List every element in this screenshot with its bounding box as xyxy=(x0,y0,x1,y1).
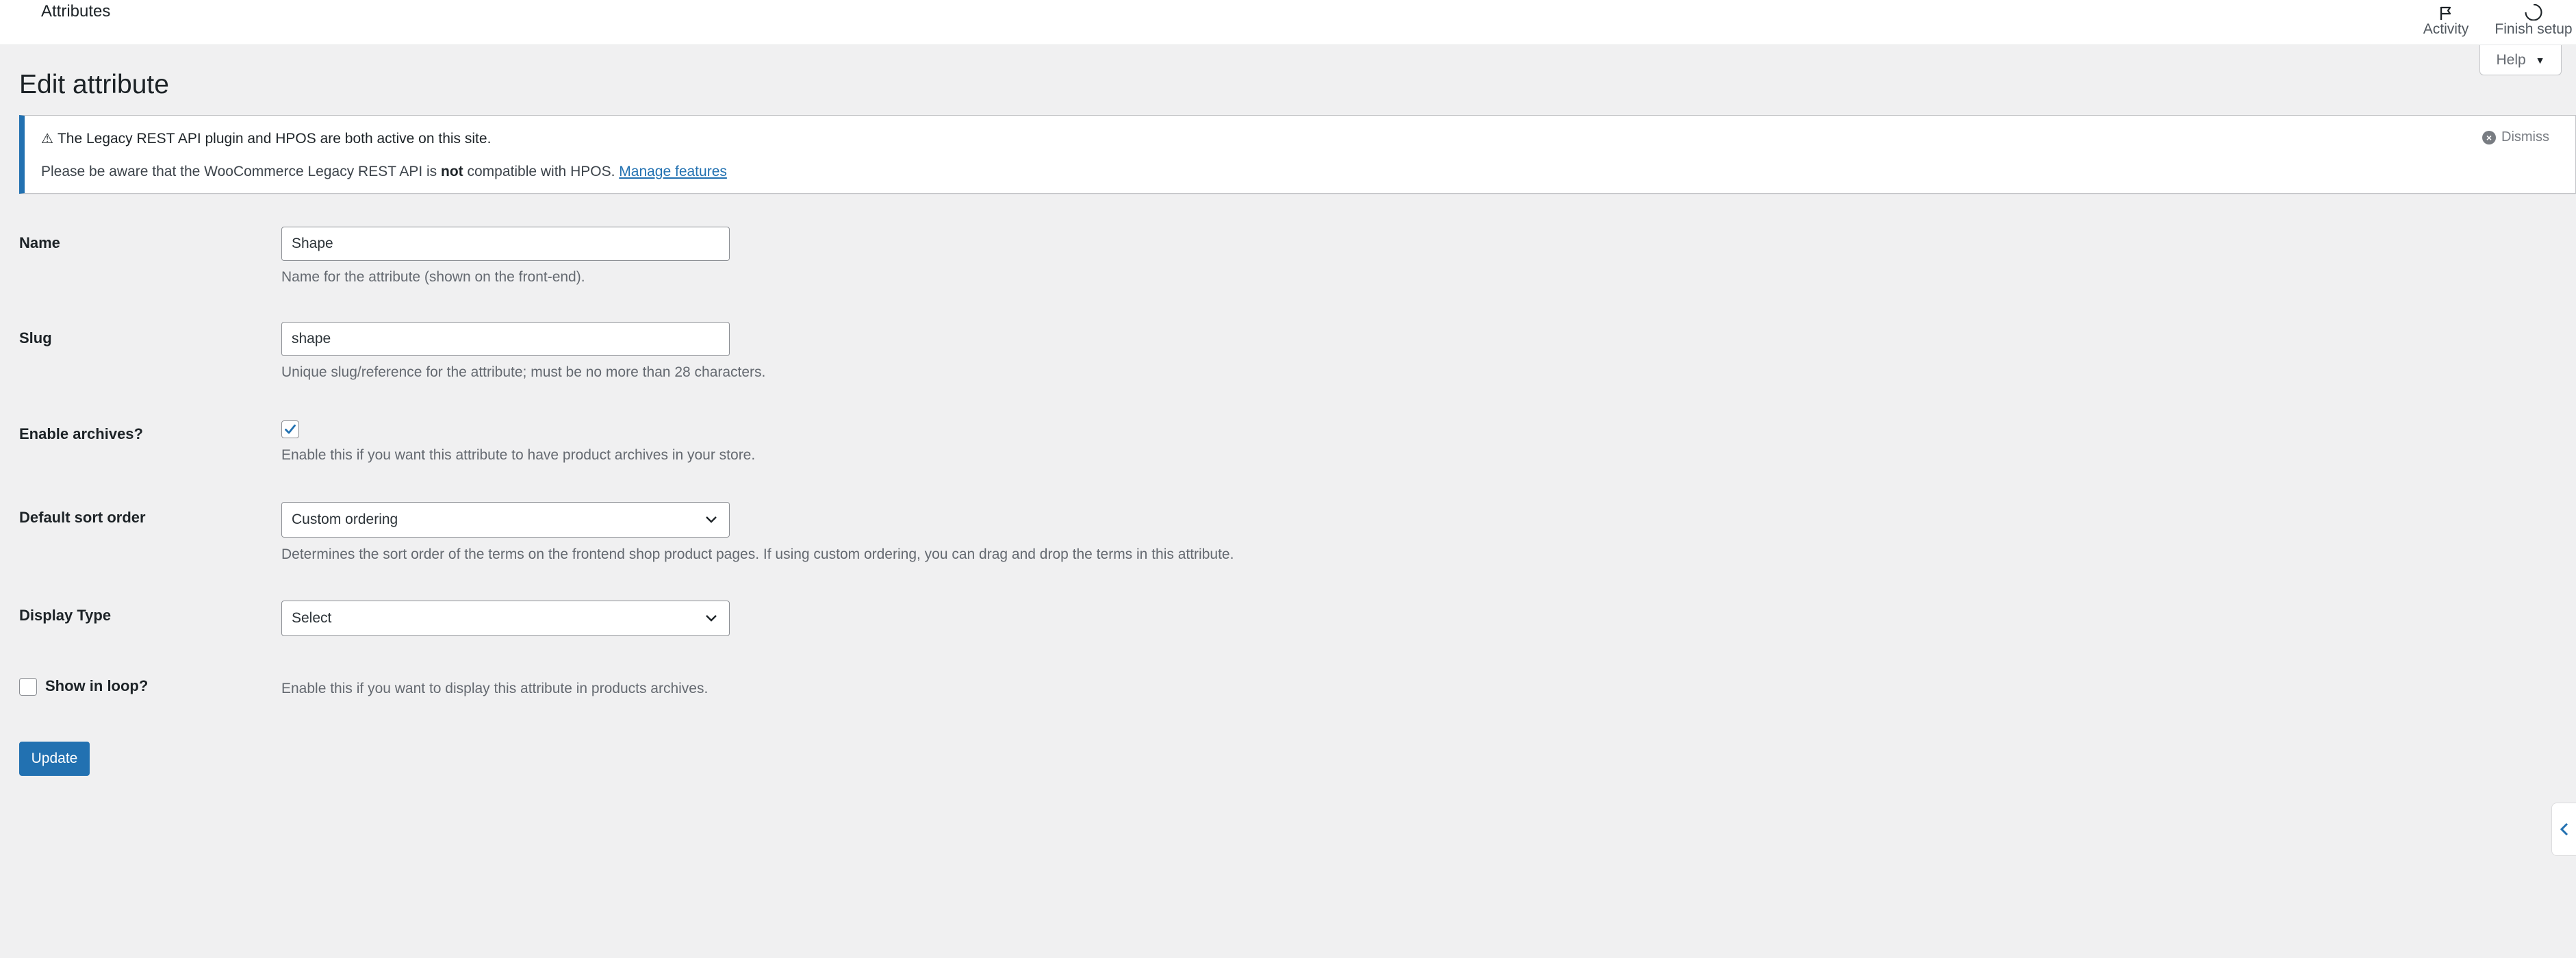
default-sort-order-value: Custom ordering xyxy=(292,512,398,527)
finish-setup-label: Finish setup xyxy=(2495,21,2573,37)
flag-icon xyxy=(2436,4,2456,21)
display-type-select[interactable]: Select xyxy=(281,601,730,636)
enable-archives-label: Enable archives? xyxy=(19,425,143,442)
notice-text-after: compatible with HPOS. xyxy=(463,164,620,179)
show-in-loop-checkbox[interactable] xyxy=(19,678,37,696)
dismiss-button[interactable]: × Dismiss xyxy=(2482,129,2549,145)
name-description: Name for the attribute (shown on the fro… xyxy=(281,269,585,285)
side-panel-toggle[interactable] xyxy=(2551,803,2576,856)
top-header-bar: Attributes Activity Finish setup xyxy=(0,0,2576,45)
default-sort-order-label: Default sort order xyxy=(19,509,146,526)
activity-label: Activity xyxy=(2423,21,2469,37)
notice-title: ⚠ The Legacy REST API plugin and HPOS are… xyxy=(41,129,491,149)
manage-features-link[interactable]: Manage features xyxy=(619,164,727,179)
default-sort-order-select[interactable]: Custom ordering xyxy=(281,502,730,538)
chevron-down-icon xyxy=(703,610,719,627)
header-title: Attributes xyxy=(41,2,111,21)
dismiss-label: Dismiss xyxy=(2501,129,2549,144)
chevron-down-icon xyxy=(703,512,719,528)
help-tab-button[interactable]: Help ▼ xyxy=(2479,45,2562,75)
page-title: Edit attribute xyxy=(19,70,169,99)
show-in-loop-label: Show in loop? xyxy=(45,677,149,694)
slug-label: Slug xyxy=(19,329,52,346)
progress-circle-icon xyxy=(2523,4,2544,21)
notice-text-before: Please be aware that the WooCommerce Leg… xyxy=(41,164,442,179)
warning-icon: ⚠ xyxy=(41,131,53,147)
activity-button[interactable]: Activity xyxy=(2418,0,2474,41)
hpos-notice: ⚠ The Legacy REST API plugin and HPOS are… xyxy=(19,115,2576,194)
display-type-label: Display Type xyxy=(19,607,112,624)
default-sort-order-description: Determines the sort order of the terms o… xyxy=(281,546,1234,562)
enable-archives-checkbox[interactable] xyxy=(281,420,299,438)
slug-description: Unique slug/reference for the attribute;… xyxy=(281,364,766,380)
slug-input[interactable] xyxy=(281,322,730,356)
checkmark-icon xyxy=(285,425,296,434)
finish-setup-button[interactable]: Finish setup xyxy=(2492,0,2575,41)
update-button[interactable]: Update xyxy=(19,742,90,776)
notice-message: Please be aware that the WooCommerce Leg… xyxy=(41,162,727,181)
show-in-loop-description: Enable this if you want to display this … xyxy=(281,681,709,696)
caret-down-icon: ▼ xyxy=(2535,54,2545,66)
chevron-left-icon xyxy=(2560,822,2568,836)
enable-archives-description: Enable this if you want this attribute t… xyxy=(281,447,756,463)
help-label: Help xyxy=(2496,51,2526,68)
notice-title-text: The Legacy REST API plugin and HPOS are … xyxy=(57,131,492,147)
display-type-value: Select xyxy=(292,610,332,626)
notice-text-bold: not xyxy=(441,164,463,179)
name-input[interactable] xyxy=(281,227,730,261)
close-circle-icon: × xyxy=(2482,130,2496,144)
name-label: Name xyxy=(19,234,60,251)
